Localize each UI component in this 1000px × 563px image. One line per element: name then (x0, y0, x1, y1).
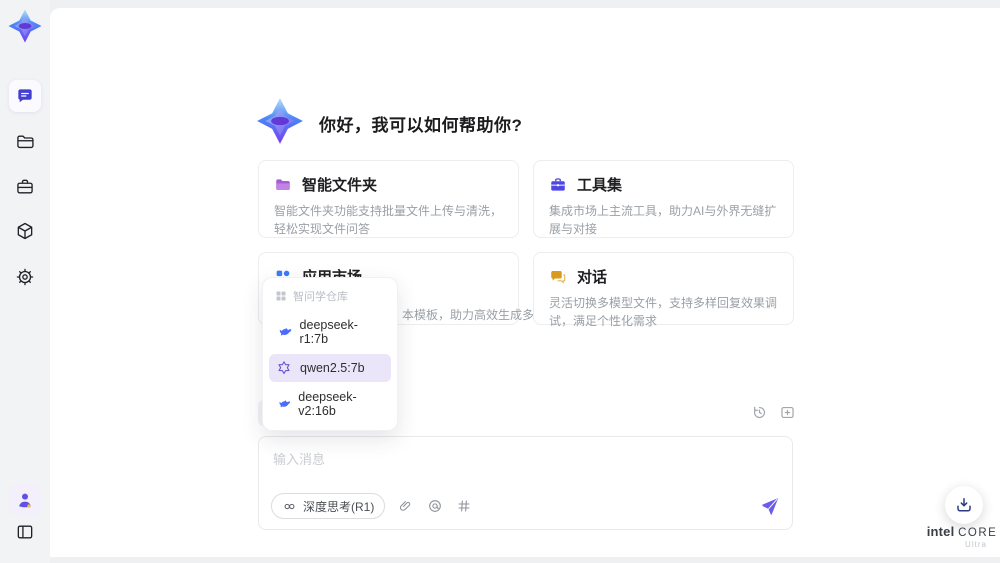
new-chat-icon (781, 406, 794, 419)
sidebar-item-apps[interactable] (9, 215, 41, 247)
commands-button[interactable] (456, 498, 472, 514)
mention-button[interactable] (427, 498, 443, 514)
new-chat-button[interactable] (779, 404, 796, 421)
user-icon (19, 493, 31, 508)
download-fab[interactable] (945, 486, 983, 524)
card-toolset[interactable]: 工具集 集成市场上主流工具，助力AI与外界无缝扩展与对接 (533, 160, 794, 238)
model-option-qwen[interactable]: qwen2.5:7b (269, 354, 391, 382)
cube-icon (17, 222, 33, 240)
deepseek-whale-icon (279, 400, 291, 408)
card-desc: 智能文件夹功能支持批量文件上传与清洗，轻松实现文件问答 (274, 204, 503, 236)
card-desc: 灵活切换多模型文件，支持多样回复效果调试，满足个性化需求 (549, 296, 778, 328)
input-toolbar: 深度思考(R1) (271, 493, 780, 519)
panel-icon (17, 525, 33, 539)
at-icon (429, 500, 442, 512)
deep-think-label: 深度思考(R1) (303, 499, 375, 514)
model-option-label: qwen2.5:7b (300, 361, 365, 375)
card-desc-visible-fragment: 本模板，助力高效生成多 (402, 308, 535, 322)
download-icon (957, 498, 971, 512)
sidebar-item-user[interactable] (9, 484, 41, 516)
model-option-deepseek-r1[interactable]: deepseek-r1:7b (269, 312, 391, 352)
sidebar-item-toolbox[interactable] (9, 171, 41, 203)
hash-grid-icon (458, 500, 470, 512)
ultra-logo-text: Ultra (965, 540, 987, 549)
intel-logo-text: intel (926, 524, 955, 539)
attachment-button[interactable] (398, 498, 414, 514)
history-button[interactable] (751, 404, 768, 421)
deep-think-icon (284, 503, 295, 509)
sidebar-item-panel-toggle[interactable] (9, 516, 41, 548)
sidebar (0, 0, 50, 563)
repo-icon (276, 291, 286, 301)
card-smart-folder[interactable]: 智能文件夹 智能文件夹功能支持批量文件上传与清洗，轻松实现文件问答 (258, 160, 519, 238)
model-dropdown-header-label: 智问学仓库 (293, 291, 348, 303)
sidebar-item-settings[interactable] (9, 261, 41, 293)
gem-logo-icon (257, 98, 303, 144)
paperclip-icon (400, 501, 411, 511)
gear-icon (16, 268, 34, 286)
card-desc: 集成市场上主流工具，助力AI与外界无缝扩展与对接 (549, 204, 777, 236)
intel-core-badge: intel CORE Ultra (922, 524, 1000, 549)
model-option-label: deepseek-v2:16b (298, 390, 357, 418)
deep-think-button[interactable]: 深度思考(R1) (271, 493, 386, 519)
history-icon (753, 406, 766, 418)
toolset-icon (551, 177, 565, 191)
smart-folder-icon (276, 178, 290, 190)
message-input[interactable] (259, 437, 792, 489)
model-option-deepseek-v2[interactable]: deepseek-v2:16b (269, 384, 391, 424)
card-title: 工具集 (577, 177, 623, 194)
send-icon (761, 498, 778, 515)
send-button[interactable] (758, 495, 780, 517)
dialogue-icon (551, 270, 566, 284)
deepseek-whale-icon (279, 327, 292, 336)
conversation-actions (751, 404, 796, 421)
folder-icon (17, 135, 34, 149)
greeting-logo (255, 96, 305, 146)
qwen-icon (278, 361, 290, 375)
sidebar-item-folders[interactable] (9, 126, 41, 158)
card-title: 智能文件夹 (302, 177, 378, 194)
model-dropdown: 智问学仓库 deepseek-r1:7b qwen2.5:7b deepseek… (262, 277, 398, 431)
core-logo-text: CORE (958, 527, 998, 539)
greeting-text: 你好，我可以如何帮助你? (319, 116, 523, 135)
chat-input-box: 深度思考(R1) (258, 436, 793, 530)
model-dropdown-header: 智问学仓库 (269, 284, 391, 310)
app-logo[interactable] (7, 8, 43, 44)
chat-bubble-icon (18, 89, 32, 103)
briefcase-icon (17, 179, 33, 194)
model-option-label: deepseek-r1:7b (299, 318, 358, 346)
gem-logo-icon (8, 9, 42, 43)
card-dialogue[interactable]: 对话 灵活切换多模型文件，支持多样回复效果调试，满足个性化需求 (533, 252, 794, 328)
card-title: 对话 (577, 269, 608, 286)
sidebar-item-chat[interactable] (9, 80, 41, 112)
